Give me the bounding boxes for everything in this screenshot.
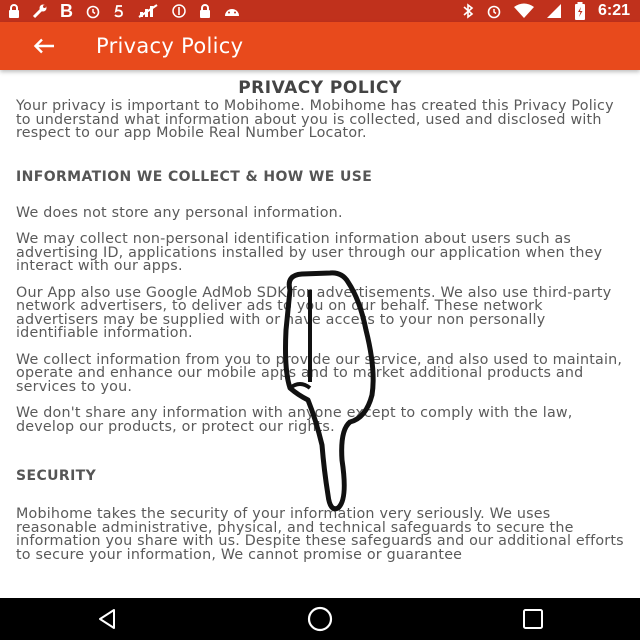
policy-paragraph: Our App also use Google AdMob SDK for ad… xyxy=(16,284,612,341)
security-paragraph: Mobihome takes the security of your info… xyxy=(16,506,624,563)
lock-icon xyxy=(199,0,211,22)
battery-icon xyxy=(574,0,586,22)
policy-paragraph: We may collect non-personal identificati… xyxy=(16,231,603,274)
document-title: PRIVACY POLICY xyxy=(238,78,402,98)
policy-content[interactable]: PRIVACY POLICY Your privacy is important… xyxy=(0,70,640,598)
home-circle-icon xyxy=(307,606,333,632)
app-bar: Privacy Policy xyxy=(0,22,640,70)
nav-back-button[interactable] xyxy=(77,598,137,640)
wrench-icon xyxy=(32,0,48,22)
back-triangle-icon xyxy=(98,609,115,629)
back-button[interactable] xyxy=(24,26,64,66)
status-time: 6:21 xyxy=(597,2,630,19)
signal-icon xyxy=(546,0,562,22)
policy-paragraph: We collect information from you to provi… xyxy=(16,351,623,395)
wifi-icon xyxy=(513,0,534,22)
alarm-icon xyxy=(85,0,101,22)
android-icon xyxy=(223,0,241,22)
section-heading-information: INFORMATION WE COLLECT & HOW WE USE xyxy=(16,168,373,185)
policy-paragraph: We does not store any personal informati… xyxy=(16,204,343,221)
b-icon: B xyxy=(60,0,73,21)
block-icon xyxy=(171,0,187,22)
recents-square-icon xyxy=(523,609,544,629)
navigation-bar xyxy=(0,598,640,640)
nav-home-button[interactable] xyxy=(290,598,350,640)
lock-icon xyxy=(8,0,20,22)
status-bar: B 6:21 xyxy=(0,0,640,22)
page-title: Privacy Policy xyxy=(96,34,244,58)
alarm-icon xyxy=(486,0,502,22)
status-left-icons: B xyxy=(8,0,241,22)
arrow-left-icon xyxy=(33,38,54,54)
policy-paragraph: We don't share any information with anyo… xyxy=(16,405,573,435)
section-heading-security: SECURITY xyxy=(16,468,97,484)
status-right-icons: 6:21 xyxy=(462,0,630,22)
no-signal-icon xyxy=(137,0,159,22)
intro-paragraph: Your privacy is important to Mobihome. M… xyxy=(16,98,614,141)
five-icon xyxy=(113,0,125,22)
nav-recents-button[interactable] xyxy=(503,598,563,640)
bluetooth-icon xyxy=(462,0,474,22)
